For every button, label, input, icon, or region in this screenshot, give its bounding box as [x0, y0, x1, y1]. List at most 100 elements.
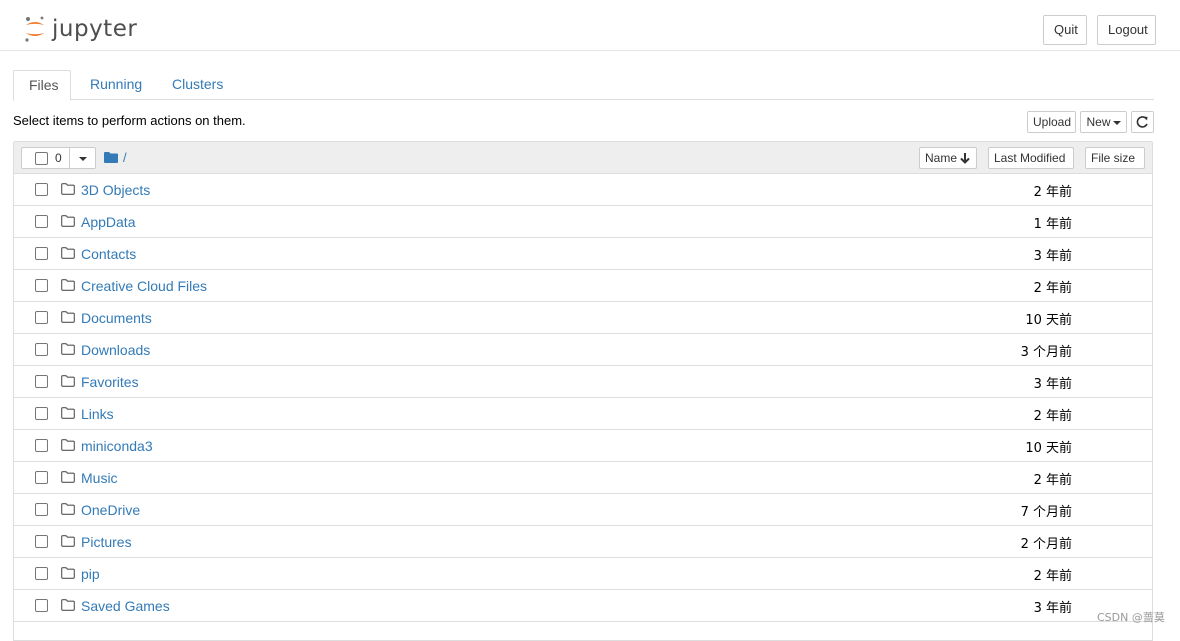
item-checkbox[interactable] — [35, 343, 48, 356]
sort-by-name-button[interactable]: Name — [919, 147, 977, 169]
upload-button[interactable]: Upload — [1027, 111, 1076, 133]
folder-icon — [61, 535, 75, 547]
refresh-button[interactable] — [1131, 111, 1154, 133]
sort-name-label: Name — [925, 151, 958, 165]
tab-running[interactable]: Running — [75, 70, 155, 100]
item-name-link[interactable]: Saved Games — [81, 598, 170, 614]
tab-files[interactable]: Files — [13, 70, 71, 101]
watermark: CSDN @蔷莫 — [1097, 611, 1165, 624]
select-all-group: 0 — [21, 147, 96, 169]
item-checkbox[interactable] — [35, 407, 48, 420]
folder-icon — [61, 599, 75, 611]
item-name-link[interactable]: Favorites — [81, 374, 139, 390]
file-rows: 3D Objects 2 年前 AppData 1 年前 Contacts 3 年前 Cre… — [14, 174, 1152, 622]
top-header: jupyter Quit Logout — [0, 0, 1180, 51]
folder-icon — [61, 503, 75, 515]
jupyter-logo[interactable]: jupyter — [24, 13, 137, 45]
folder-icon — [61, 439, 75, 451]
logo-text: jupyter — [52, 16, 138, 42]
folder-icon — [61, 343, 75, 355]
selected-count: 0 — [55, 151, 62, 165]
item-checkbox[interactable] — [35, 247, 48, 260]
item-name-link[interactable]: Music — [81, 470, 118, 486]
item-modified: 2 年前 — [1033, 409, 1072, 424]
sort-by-modified-button[interactable]: Last Modified — [988, 147, 1074, 169]
item-modified: 3 个月前 — [1020, 345, 1072, 360]
arrow-down-icon — [960, 153, 970, 164]
select-all-box[interactable]: 0 — [21, 147, 70, 169]
folder-icon — [61, 311, 75, 323]
item-name-link[interactable]: Downloads — [81, 342, 150, 358]
jupyter-logo-icon — [25, 16, 44, 42]
item-name-link[interactable]: OneDrive — [81, 502, 140, 518]
item-modified: 2 个月前 — [1020, 537, 1072, 552]
item-checkbox[interactable] — [35, 503, 48, 516]
list-item[interactable]: OneDrive 7 个月前 — [14, 494, 1152, 526]
list-item[interactable]: 3D Objects 2 年前 — [14, 174, 1152, 206]
item-modified: 2 年前 — [1033, 281, 1072, 296]
item-checkbox[interactable] — [35, 599, 48, 612]
item-checkbox[interactable] — [35, 183, 48, 196]
item-checkbox[interactable] — [35, 375, 48, 388]
list-item[interactable]: AppData 1 年前 — [14, 206, 1152, 238]
item-name-link[interactable]: Links — [81, 406, 114, 422]
logout-button[interactable]: Logout — [1097, 15, 1156, 45]
list-header: 0 / Name Last Modified File size — [14, 142, 1152, 174]
item-checkbox[interactable] — [35, 567, 48, 580]
breadcrumb-root[interactable]: / — [123, 150, 127, 165]
tab-clusters[interactable]: Clusters — [157, 70, 239, 100]
item-name-link[interactable]: Creative Cloud Files — [81, 278, 207, 294]
list-item[interactable]: Saved Games 3 年前 — [14, 590, 1152, 622]
item-modified: 3 年前 — [1033, 601, 1072, 616]
item-modified: 2 年前 — [1033, 473, 1072, 488]
list-item[interactable]: miniconda3 10 天前 — [14, 430, 1152, 462]
item-checkbox[interactable] — [35, 439, 48, 452]
list-item[interactable]: Contacts 3 年前 — [14, 238, 1152, 270]
sort-by-size-button[interactable]: File size — [1085, 147, 1145, 169]
list-item[interactable]: Downloads 3 个月前 — [14, 334, 1152, 366]
tab-bar: Files Running Clusters — [13, 70, 1154, 101]
item-checkbox[interactable] — [35, 471, 48, 484]
item-modified: 1 年前 — [1033, 217, 1072, 232]
list-item[interactable]: Documents 10 天前 — [14, 302, 1152, 334]
item-checkbox[interactable] — [35, 215, 48, 228]
item-name-link[interactable]: Pictures — [81, 534, 132, 550]
folder-icon — [104, 152, 118, 163]
selection-hint: Select items to perform actions on them. — [13, 113, 246, 128]
breadcrumb[interactable]: / — [104, 150, 127, 165]
list-item[interactable]: Creative Cloud Files 2 年前 — [14, 270, 1152, 302]
select-dropdown-button[interactable] — [69, 147, 96, 169]
item-name-link[interactable]: 3D Objects — [81, 182, 150, 198]
item-name-link[interactable]: Documents — [81, 310, 152, 326]
select-all-checkbox[interactable] — [35, 152, 48, 165]
item-name-link[interactable]: pip — [81, 566, 100, 582]
item-name-link[interactable]: Contacts — [81, 246, 136, 262]
new-label: New — [1086, 115, 1111, 129]
item-name-link[interactable]: AppData — [81, 214, 135, 230]
folder-icon — [61, 567, 75, 579]
folder-icon — [61, 247, 75, 259]
list-item[interactable]: Music 2 年前 — [14, 462, 1152, 494]
new-dropdown-button[interactable]: New — [1080, 111, 1127, 133]
list-item[interactable]: Links 2 年前 — [14, 398, 1152, 430]
item-checkbox[interactable] — [35, 279, 48, 292]
item-modified: 3 年前 — [1033, 249, 1072, 264]
item-modified: 3 年前 — [1033, 377, 1072, 392]
item-checkbox[interactable] — [35, 535, 48, 548]
folder-icon — [61, 471, 75, 483]
list-item[interactable]: Pictures 2 个月前 — [14, 526, 1152, 558]
folder-icon — [61, 183, 75, 195]
list-item[interactable]: pip 2 年前 — [14, 558, 1152, 590]
item-modified: 10 天前 — [1025, 441, 1072, 456]
folder-icon — [61, 375, 75, 387]
folder-icon — [61, 279, 75, 291]
list-item[interactable]: Favorites 3 年前 — [14, 366, 1152, 398]
item-modified: 2 年前 — [1033, 185, 1072, 200]
item-name-link[interactable]: miniconda3 — [81, 438, 153, 454]
caret-down-icon — [1112, 120, 1121, 125]
item-checkbox[interactable] — [35, 311, 48, 324]
quit-button[interactable]: Quit — [1043, 15, 1087, 45]
item-modified: 10 天前 — [1025, 313, 1072, 328]
folder-icon — [61, 215, 75, 227]
file-list: 0 / Name Last Modified File size 3D Obje… — [13, 141, 1153, 641]
